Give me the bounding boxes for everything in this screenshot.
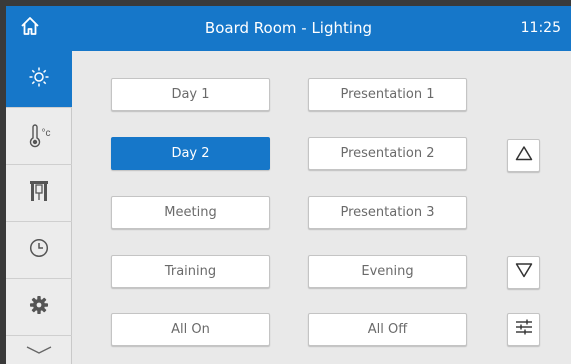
sidebar-item-more[interactable] [6, 336, 72, 364]
header-bar: Board Room - Lighting 11:25 [6, 6, 571, 51]
scene-label: Presentation 3 [340, 205, 435, 220]
clock-icon [29, 238, 49, 263]
scene-label: Day 2 [171, 146, 210, 161]
scene-button-training[interactable]: Training [111, 255, 270, 288]
scene-button-evening[interactable]: Evening [308, 255, 467, 288]
scene-button-day-1[interactable]: Day 1 [111, 78, 270, 111]
sidebar-item-lighting[interactable] [6, 51, 72, 108]
sun-icon [28, 66, 50, 93]
scene-label: All On [171, 322, 210, 337]
sidebar-item-climate[interactable]: °c [6, 108, 72, 165]
scene-label: Training [164, 264, 217, 279]
scene-label: Day 1 [171, 87, 210, 102]
scene-label: Presentation 1 [340, 87, 435, 102]
clock: 11:25 [520, 20, 561, 36]
scene-button-day-2[interactable]: Day 2 [111, 137, 270, 170]
scene-button-presentation-2[interactable]: Presentation 2 [308, 137, 467, 170]
scene-label: Presentation 2 [340, 146, 435, 161]
sidebar-item-settings[interactable] [6, 279, 72, 336]
scene-button-meeting[interactable]: Meeting [111, 196, 270, 229]
scene-label: Evening [361, 264, 414, 279]
gear-icon [29, 295, 49, 320]
sidebar-item-shades[interactable] [6, 165, 72, 222]
adjust-button[interactable] [507, 313, 540, 346]
scene-button-presentation-3[interactable]: Presentation 3 [308, 196, 467, 229]
triangle-up-icon [515, 145, 533, 166]
sidebar: °c [6, 51, 72, 364]
triangle-down-icon [515, 262, 533, 283]
scene-button-presentation-1[interactable]: Presentation 1 [308, 78, 467, 111]
sliders-icon [514, 318, 534, 341]
touch-panel: Board Room - Lighting 11:25 °c Day 1 Day… [6, 6, 571, 364]
sidebar-item-schedule[interactable] [6, 222, 72, 279]
thermometer-icon: °c [28, 124, 51, 148]
scroll-down-button[interactable] [507, 256, 540, 289]
page-title: Board Room - Lighting [204, 19, 373, 37]
scene-label: All Off [367, 322, 408, 337]
shades-icon [29, 180, 49, 207]
scene-button-all-on[interactable]: All On [111, 313, 270, 346]
climate-unit-label: °c [41, 128, 51, 139]
scene-button-all-off[interactable]: All Off [308, 313, 467, 346]
scene-label: Meeting [164, 205, 217, 220]
scroll-up-button[interactable] [507, 139, 540, 172]
chevron-down-icon [26, 342, 52, 360]
